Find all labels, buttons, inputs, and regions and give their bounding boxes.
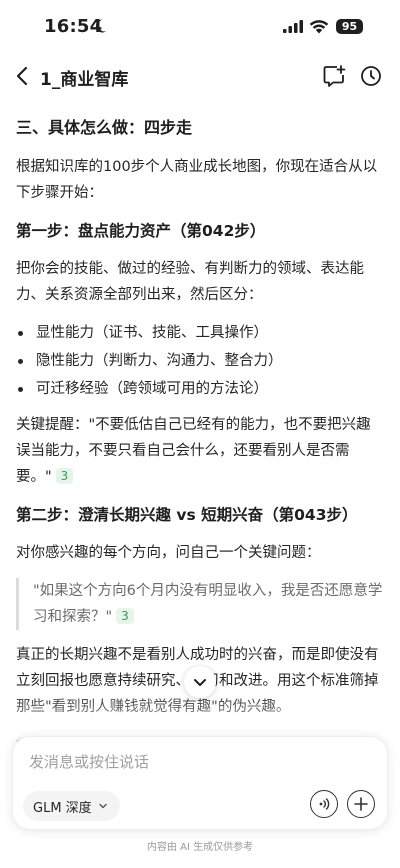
step2-quote-text: "如果这个方向6个月内没有明显收入，我是否还愿意学习和探索？" (33, 583, 383, 625)
battery-indicator: 95 (336, 19, 363, 34)
step2-body: 对你感兴趣的每个方向，问自己一个关键问题： (16, 545, 321, 561)
citation-badge[interactable]: 3 (116, 608, 134, 624)
chevron-down-icon (194, 679, 206, 686)
bullet-dot (18, 331, 23, 336)
bullet-dot (18, 359, 23, 364)
chat-response: 三、具体怎么做：四步走 根据知识库的100步个人商业成长地图，你现在适合从以下步… (16, 104, 384, 744)
list-item: 显性能力（证书、技能、工具操作） (16, 320, 384, 346)
step1-body: 把你会的技能、做过的经验、有判断力的领域、表达能力、关系资源全部列出来，然后区分… (16, 261, 364, 303)
intro-paragraph: 根据知识库的100步个人商业成长地图，你现在适合从以下步骤开始： (16, 159, 378, 201)
voice-input-button[interactable] (310, 790, 338, 818)
ai-disclaimer: 内容由 AI 生成仅供参考 (146, 842, 254, 853)
back-chevron-icon[interactable] (14, 64, 32, 88)
cellular-signal-icon (283, 20, 303, 33)
status-bar: 16:54 95 (0, 0, 400, 54)
new-chat-icon[interactable] (322, 64, 346, 88)
step2-quote: "如果这个方向6个月内没有明显收入，我是否还愿意学习和探索？" 3 (16, 578, 384, 630)
model-selector[interactable]: GLM 深度 (23, 791, 120, 821)
section-title: 三、具体怎么做：四步走 (16, 118, 193, 137)
model-selector-label: GLM 深度 (33, 800, 92, 816)
chevron-down-icon (98, 803, 107, 809)
wifi-icon (309, 20, 329, 34)
moon-icon (95, 19, 107, 33)
page-title: 1_商业智库 (40, 70, 129, 90)
step2-title: 第二步：澄清长期兴趣 vs 短期兴奋（第043步） (16, 506, 358, 524)
step1-tip: 关键提醒："不要低估自己已经有的能力，也不要把兴趣误当能力，不要只看自己会什么，… (16, 412, 384, 490)
history-clock-icon[interactable] (359, 64, 383, 88)
sound-wave-icon (319, 798, 330, 810)
list-item-text: 可迁移经验（跨领域可用的方法论） (36, 381, 268, 397)
message-composer: 发消息或按住说话 GLM 深度 (12, 736, 388, 830)
step1-title: 第一步：盘点能力资产（第042步） (16, 222, 266, 240)
citation-badge[interactable]: 3 (55, 468, 74, 484)
list-item: 隐性能力（判断力、沟通力、整合力） (16, 348, 384, 374)
message-input[interactable]: 发消息或按住说话 (29, 751, 149, 772)
add-attachment-button[interactable] (347, 790, 375, 818)
list-item: 可迁移经验（跨领域可用的方法论） (16, 376, 384, 402)
scroll-to-bottom-button[interactable] (184, 666, 216, 698)
nav-bar: 1_商业智库 (0, 54, 400, 98)
step1-bullet-list: 显性能力（证书、技能、工具操作） 隐性能力（判断力、沟通力、整合力） 可迁移经验… (16, 320, 384, 402)
list-item-text: 隐性能力（判断力、沟通力、整合力） (36, 353, 283, 369)
plus-icon (354, 797, 368, 811)
list-item-text: 显性能力（证书、技能、工具操作） (36, 325, 268, 341)
bullet-dot (18, 387, 23, 392)
